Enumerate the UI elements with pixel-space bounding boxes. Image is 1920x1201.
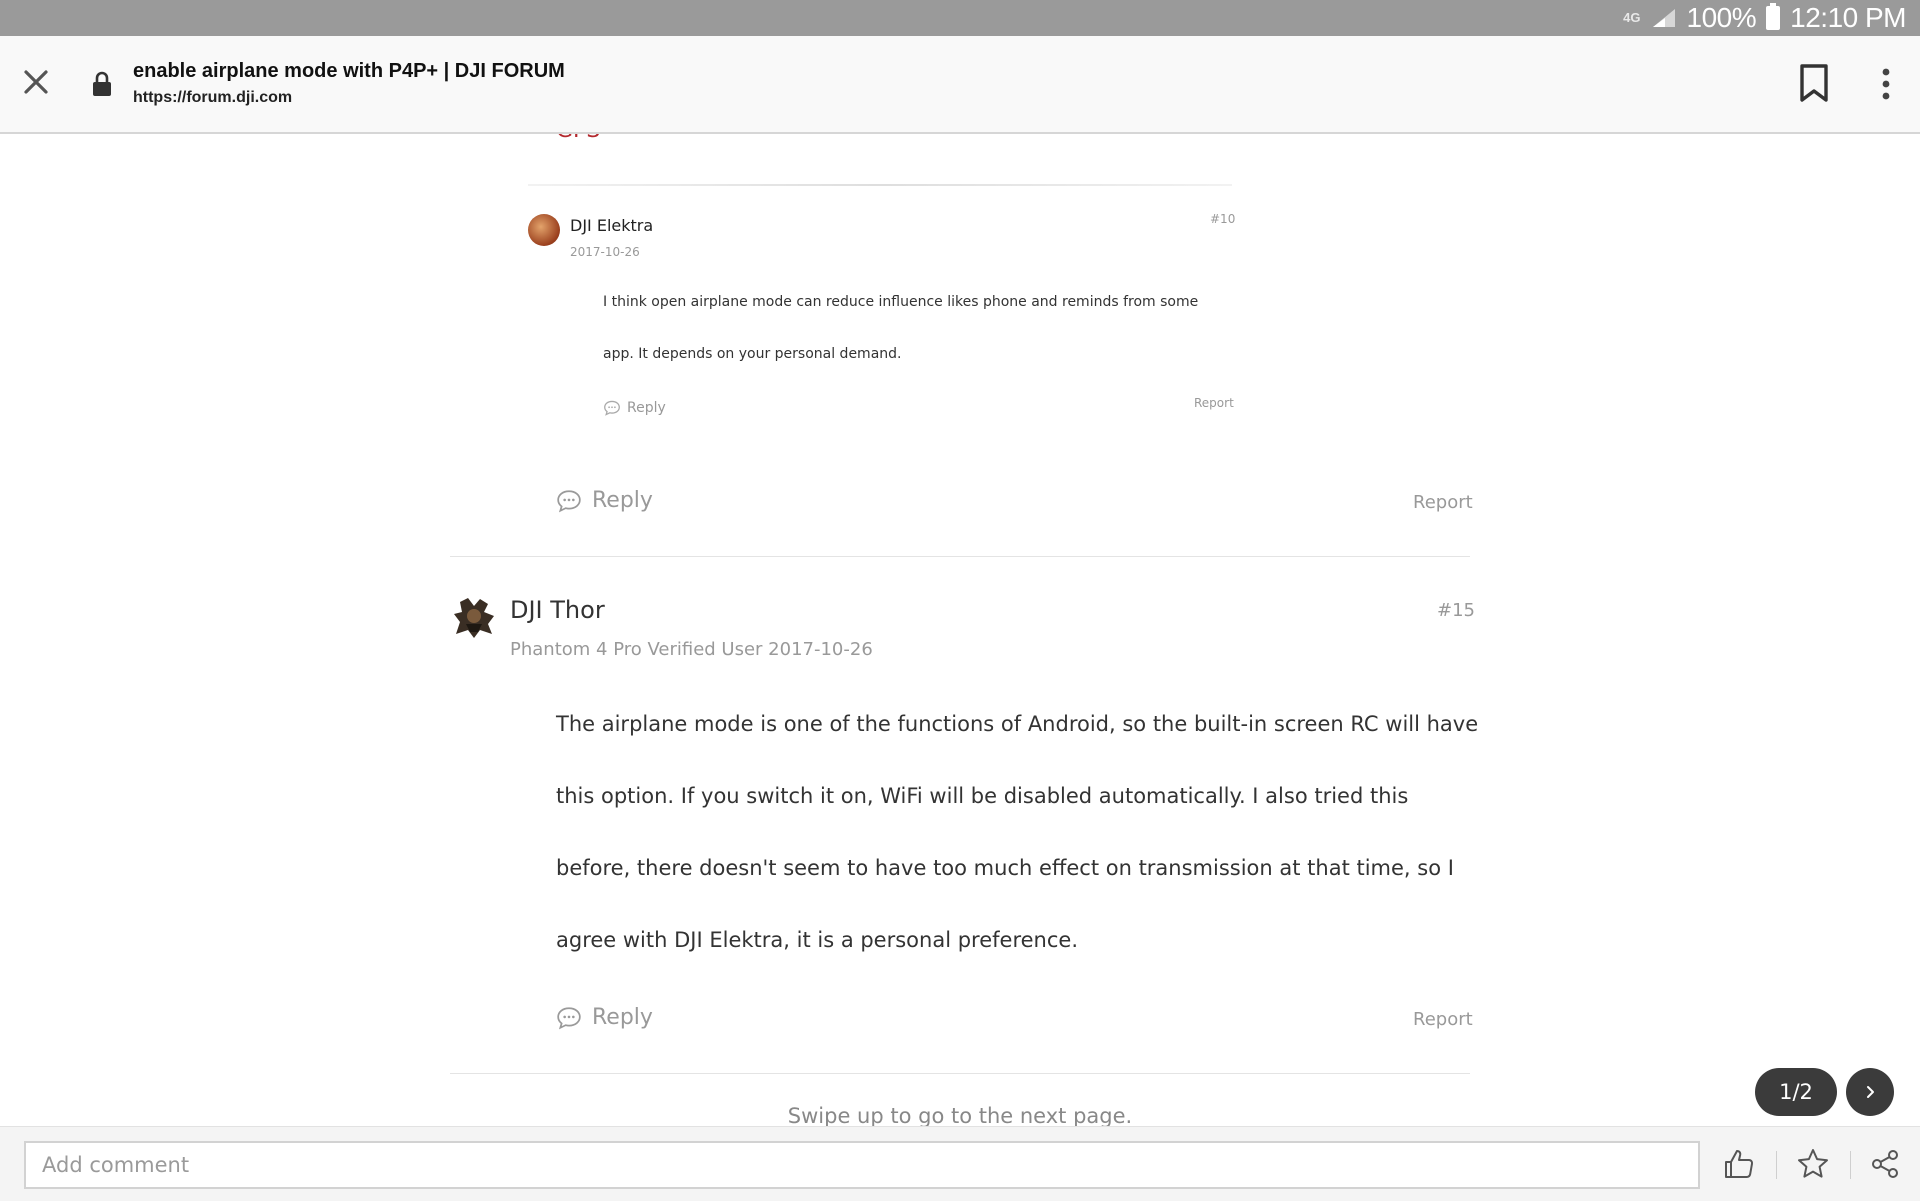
thumbs-up-icon[interactable] (1722, 1147, 1756, 1181)
star-icon[interactable] (1796, 1147, 1830, 1181)
battery-percent: 100% (1686, 2, 1757, 33)
report-link[interactable]: Report (1413, 492, 1473, 513)
quoted-report: Report (1194, 396, 1234, 410)
quote-divider (528, 184, 1232, 186)
share-icon[interactable] (1868, 1147, 1902, 1181)
quoted-text-line: app. It depends on your personal demand. (603, 346, 902, 362)
quoted-post-number: #10 (1210, 212, 1236, 226)
post-text-line: before, there doesn't seem to have too m… (556, 856, 1454, 880)
page-url[interactable]: https://forum.dji.com (133, 89, 292, 107)
reply-label: Reply (592, 488, 653, 513)
post-text-line: agree with DJI Elektra, it is a personal… (556, 928, 1078, 952)
bookmark-icon[interactable] (1796, 62, 1832, 104)
status-bar: 4G 100% 12:10 PM (0, 0, 1920, 36)
quoted-author: DJI Elektra (570, 216, 654, 235)
network-type: 4G (1623, 10, 1641, 25)
chevron-right-icon (1867, 1086, 1874, 1098)
avatar (450, 594, 498, 642)
avatar (528, 214, 560, 246)
reply-label: Reply (592, 1005, 653, 1030)
post-number: #15 (1437, 600, 1475, 621)
speech-bubble-icon (557, 1006, 581, 1029)
bottom-bar (0, 1126, 1920, 1201)
toolbar-separator (1850, 1151, 1851, 1179)
toolbar-separator (1776, 1151, 1777, 1179)
close-icon[interactable] (20, 66, 52, 98)
post-meta: Phantom 4 Pro Verified User 2017-10-26 (510, 639, 873, 660)
page-title: enable airplane mode with P4P+ | DJI FOR… (133, 60, 565, 82)
post-text-line: this option. If you switch it on, WiFi w… (556, 784, 1409, 808)
post-text-line: The airplane mode is one of the function… (556, 712, 1479, 736)
speech-bubble-icon (604, 400, 620, 416)
quoted-reply: Reply (603, 400, 666, 416)
comment-input[interactable] (24, 1141, 1700, 1189)
reply-button[interactable]: Reply (556, 1005, 653, 1030)
clock: 12:10 PM (1790, 2, 1906, 33)
more-vert-icon[interactable] (1868, 64, 1904, 104)
previous-post-text-fragment: GPS (556, 134, 600, 143)
lock-icon (93, 71, 111, 96)
report-link[interactable]: Report (1413, 1009, 1473, 1030)
quoted-date: 2017-10-26 (570, 245, 640, 259)
swipe-hint: Swipe up to go to the next page. (787, 1104, 1133, 1126)
signal-icon (1652, 9, 1675, 27)
next-page-button[interactable] (1846, 1068, 1894, 1116)
post-divider (450, 1073, 1470, 1074)
post-divider (450, 556, 1470, 557)
battery-icon (1766, 3, 1781, 30)
quoted-reply-label: Reply (627, 400, 666, 416)
browser-toolbar: enable airplane mode with P4P+ | DJI FOR… (0, 36, 1920, 134)
reply-button[interactable]: Reply (556, 488, 653, 513)
quoted-text-line: I think open airplane mode can reduce in… (603, 294, 1199, 310)
post-author[interactable]: DJI Thor (510, 596, 605, 624)
thread-content[interactable]: GPS DJI Elektra 2017-10-26 #10 I think o… (0, 134, 1920, 1126)
speech-bubble-icon (557, 489, 581, 512)
page-indicator[interactable]: 1/2 (1755, 1068, 1837, 1116)
